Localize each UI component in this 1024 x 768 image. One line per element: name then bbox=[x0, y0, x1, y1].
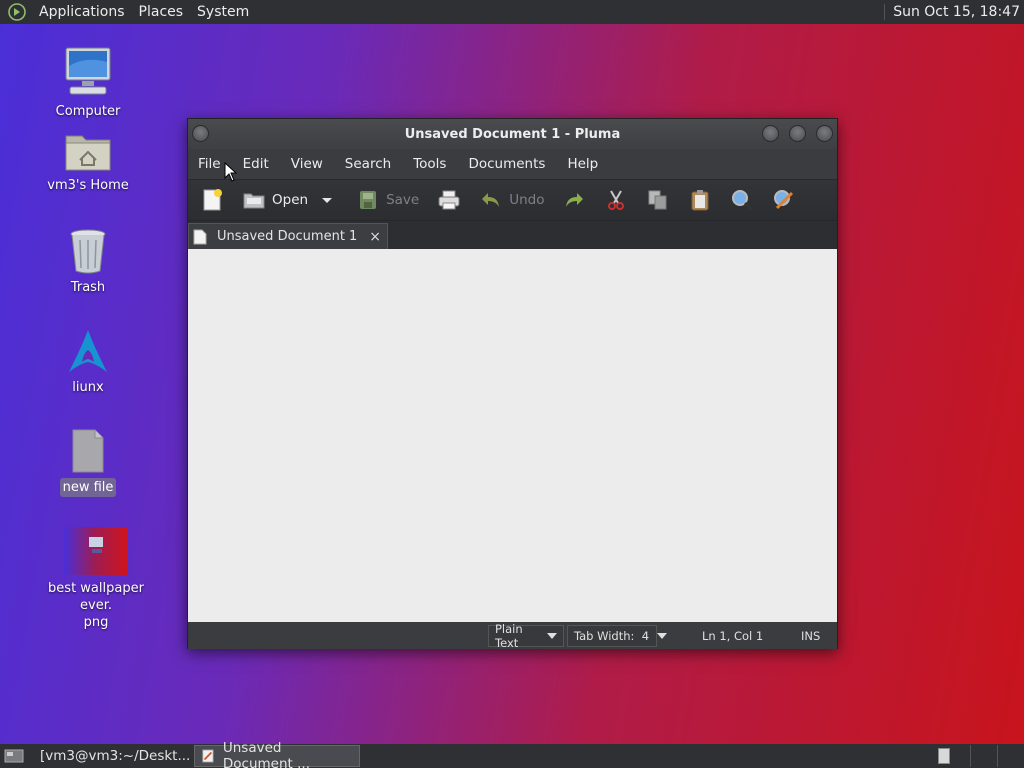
desktop-icon-label: new file bbox=[59, 478, 117, 497]
desktop-icon-wallpaper[interactable]: best wallpaper ever. png bbox=[31, 527, 161, 632]
copy-icon bbox=[648, 190, 667, 210]
workspace-1[interactable] bbox=[938, 748, 950, 764]
text-editor-area[interactable] bbox=[188, 249, 837, 622]
tab-unsaved-document-1[interactable]: Unsaved Document 1 × bbox=[188, 223, 388, 249]
open-label: Open bbox=[272, 192, 309, 208]
toolbar: Open Save Undo bbox=[188, 179, 837, 221]
top-panel: Applications Places System Sun Oct 15, 1… bbox=[0, 0, 1024, 24]
desktop-icon-trash[interactable]: Trash bbox=[23, 228, 153, 297]
tab-width-value: Tab Width: 4 bbox=[574, 629, 650, 643]
open-button[interactable]: Open bbox=[238, 184, 342, 216]
show-desktop-icon bbox=[4, 749, 24, 763]
arch-linux-icon bbox=[69, 330, 107, 372]
save-label: Save bbox=[386, 192, 420, 208]
paste-button[interactable] bbox=[684, 184, 716, 216]
home-folder-icon bbox=[65, 135, 111, 171]
window-title: Unsaved Document 1 - Pluma bbox=[404, 126, 621, 142]
redo-icon bbox=[566, 193, 584, 207]
desktop-icon-computer[interactable]: Computer bbox=[23, 46, 153, 121]
pluma-window: Unsaved Document 1 - Pluma File Edit Vie… bbox=[187, 118, 838, 650]
desktop-icon-label: Trash bbox=[70, 280, 106, 295]
bottom-panel: [vm3@vm3:~/Deskt... Unsaved Document ... bbox=[0, 740, 1024, 768]
window-titlebar[interactable]: Unsaved Document 1 - Pluma bbox=[188, 119, 837, 149]
taskbar-item-terminal[interactable]: [vm3@vm3:~/Deskt... bbox=[28, 745, 194, 767]
scissors-icon bbox=[608, 190, 625, 210]
undo-button[interactable]: Undo bbox=[475, 184, 548, 216]
find-button[interactable] bbox=[726, 184, 758, 216]
search-icon bbox=[732, 190, 754, 212]
mouse-cursor-icon bbox=[224, 162, 238, 182]
minimize-button[interactable] bbox=[762, 125, 779, 142]
menu-help[interactable]: Help bbox=[561, 156, 604, 172]
places-menu[interactable]: Places bbox=[132, 4, 191, 20]
panel-separator bbox=[884, 4, 886, 20]
desktop-icon-new-file[interactable]: new file bbox=[23, 428, 153, 497]
desktop-icon-liunx[interactable]: liunx bbox=[23, 328, 153, 397]
menu-view[interactable]: View bbox=[285, 156, 329, 172]
taskbar-item-label: Unsaved Document ... bbox=[222, 740, 310, 768]
print-button[interactable] bbox=[433, 184, 465, 216]
desktop-icon-label: Computer bbox=[55, 104, 121, 119]
menu-tools[interactable]: Tools bbox=[407, 156, 452, 172]
taskbar-item-pluma[interactable]: Unsaved Document ... bbox=[194, 740, 360, 768]
menu-edit[interactable]: Edit bbox=[237, 156, 275, 172]
find-replace-icon bbox=[774, 190, 794, 210]
text-document-icon bbox=[193, 229, 207, 244]
open-folder-icon bbox=[243, 193, 265, 209]
clock[interactable]: Sun Oct 15, 18:47 bbox=[893, 4, 1024, 20]
menu-documents[interactable]: Documents bbox=[462, 156, 551, 172]
clipboard-icon bbox=[691, 190, 709, 211]
text-editor-icon bbox=[202, 749, 214, 763]
applications-menu[interactable]: Applications bbox=[32, 4, 132, 20]
taskbar-item-label: [vm3@vm3:~/Deskt... bbox=[40, 748, 191, 764]
desktop-icon-home[interactable]: vm3's Home bbox=[23, 128, 153, 195]
undo-label: Undo bbox=[509, 192, 545, 208]
chevron-down-icon[interactable] bbox=[316, 188, 338, 212]
workspace-2[interactable] bbox=[970, 745, 997, 767]
copy-button[interactable] bbox=[642, 184, 674, 216]
mate-logo-icon[interactable] bbox=[8, 3, 26, 21]
trash-icon bbox=[70, 229, 106, 274]
undo-icon bbox=[482, 193, 500, 207]
cursor-position: Ln 1, Col 1 bbox=[702, 628, 764, 643]
language-selector[interactable]: Plain Text bbox=[488, 622, 564, 650]
desktop-icon-label: vm3's Home bbox=[47, 178, 129, 193]
chevron-down-icon bbox=[657, 633, 668, 639]
save-button[interactable]: Save bbox=[352, 184, 423, 216]
computer-icon bbox=[65, 47, 111, 95]
desktop-icon-label: best wallpaper ever. png bbox=[48, 581, 144, 630]
window-menu-button[interactable] bbox=[192, 125, 209, 142]
chevron-down-icon bbox=[547, 633, 557, 639]
menubar: File Edit View Search Tools Documents He… bbox=[188, 149, 837, 179]
cut-button[interactable] bbox=[600, 184, 632, 216]
new-document-button[interactable] bbox=[196, 184, 228, 216]
tab-close-button[interactable]: × bbox=[369, 229, 381, 245]
find-replace-button[interactable] bbox=[768, 184, 800, 216]
system-menu[interactable]: System bbox=[190, 4, 256, 20]
statusbar: Plain Text Tab Width: 4 Ln 1, Col 1 INS bbox=[188, 622, 837, 650]
maximize-button[interactable] bbox=[789, 125, 806, 142]
desktop-icon-label: liunx bbox=[72, 380, 104, 395]
show-desktop-button[interactable] bbox=[0, 745, 28, 767]
menu-file[interactable]: File bbox=[192, 156, 227, 172]
blank-file-icon bbox=[72, 429, 104, 473]
insert-mode: INS bbox=[801, 628, 821, 643]
document-tabbar: Unsaved Document 1 × bbox=[188, 221, 837, 249]
tab-label: Unsaved Document 1 bbox=[217, 229, 358, 244]
close-button[interactable] bbox=[816, 125, 833, 142]
redo-button[interactable] bbox=[558, 184, 590, 216]
language-value: Plain Text bbox=[495, 622, 523, 650]
new-document-icon bbox=[203, 189, 222, 211]
printer-icon bbox=[438, 190, 460, 210]
menu-search[interactable]: Search bbox=[339, 156, 397, 172]
image-thumbnail-icon bbox=[64, 527, 128, 575]
tab-width-selector[interactable]: Tab Width: 4 bbox=[567, 625, 668, 647]
save-icon bbox=[360, 191, 377, 209]
workspace-3[interactable] bbox=[997, 745, 1024, 767]
